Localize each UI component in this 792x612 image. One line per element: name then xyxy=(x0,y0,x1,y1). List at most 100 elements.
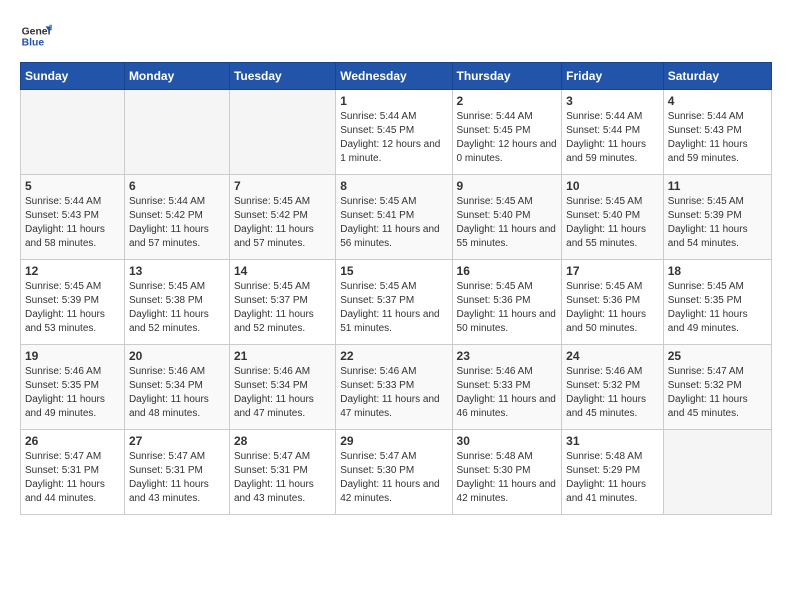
day-info: Sunrise: 5:46 AM Sunset: 5:32 PM Dayligh… xyxy=(566,365,659,421)
logo-icon: General Blue xyxy=(20,20,52,52)
calendar-cell: 12 Sunrise: 5:45 AM Sunset: 5:39 PM Dayli… xyxy=(21,260,125,345)
day-info: Sunrise: 5:46 AM Sunset: 5:34 PM Dayligh… xyxy=(129,365,225,421)
calendar-cell: 19 Sunrise: 5:46 AM Sunset: 5:35 PM Dayli… xyxy=(21,345,125,430)
calendar-cell: 4Sunrise: 5:44 AM Sunset: 5:43 PM Daylig… xyxy=(663,90,771,175)
day-number: 16 xyxy=(457,264,558,278)
day-number: 24 xyxy=(566,349,659,363)
calendar-cell: 13Sunrise: 5:45 AM Sunset: 5:38 PM Dayli… xyxy=(124,260,229,345)
week-row-1: 1 Sunrise: 5:44 AM Sunset: 5:45 PM Daylig… xyxy=(21,90,772,175)
day-info: Sunrise: 5:45 AM Sunset: 5:40 PM Dayligh… xyxy=(457,195,558,251)
calendar-cell: 29Sunrise: 5:47 AM Sunset: 5:30 PM Dayli… xyxy=(336,430,452,515)
day-info: Sunrise: 5:48 AM Sunset: 5:29 PM Dayligh… xyxy=(566,450,659,506)
calendar-cell: 7 Sunrise: 5:45 AM Sunset: 5:42 PM Daylig… xyxy=(229,175,335,260)
day-number: 6 xyxy=(129,179,225,193)
day-info: Sunrise: 5:47 AM Sunset: 5:30 PM Dayligh… xyxy=(340,450,447,506)
calendar-cell: 27 Sunrise: 5:47 AM Sunset: 5:31 PM Dayli… xyxy=(124,430,229,515)
day-info: Sunrise: 5:45 AM Sunset: 5:37 PM Dayligh… xyxy=(234,280,331,336)
calendar-cell: 5 Sunrise: 5:44 AM Sunset: 5:43 PM Daylig… xyxy=(21,175,125,260)
day-number: 26 xyxy=(25,434,120,448)
calendar-cell: 15Sunrise: 5:45 AM Sunset: 5:37 PM Dayli… xyxy=(336,260,452,345)
day-number: 3 xyxy=(566,94,659,108)
header-friday: Friday xyxy=(562,63,664,90)
day-info: Sunrise: 5:44 AM Sunset: 5:44 PM Dayligh… xyxy=(566,110,659,166)
day-info: Sunrise: 5:45 AM Sunset: 5:41 PM Dayligh… xyxy=(340,195,447,251)
day-number: 25 xyxy=(668,349,767,363)
calendar-table: SundayMondayTuesdayWednesdayThursdayFrid… xyxy=(20,62,772,515)
day-info: Sunrise: 5:47 AM Sunset: 5:31 PM Dayligh… xyxy=(129,450,225,506)
calendar-cell: 3 Sunrise: 5:44 AM Sunset: 5:44 PM Daylig… xyxy=(562,90,664,175)
day-info: Sunrise: 5:46 AM Sunset: 5:34 PM Dayligh… xyxy=(234,365,331,421)
day-info: Sunrise: 5:44 AM Sunset: 5:43 PM Dayligh… xyxy=(25,195,120,251)
day-info: Sunrise: 5:45 AM Sunset: 5:38 PM Dayligh… xyxy=(129,280,225,336)
header-saturday: Saturday xyxy=(663,63,771,90)
day-info: Sunrise: 5:45 AM Sunset: 5:35 PM Dayligh… xyxy=(668,280,767,336)
day-number: 21 xyxy=(234,349,331,363)
day-info: Sunrise: 5:45 AM Sunset: 5:39 PM Dayligh… xyxy=(25,280,120,336)
calendar-cell xyxy=(229,90,335,175)
day-number: 7 xyxy=(234,179,331,193)
day-info: Sunrise: 5:45 AM Sunset: 5:36 PM Dayligh… xyxy=(457,280,558,336)
day-number: 30 xyxy=(457,434,558,448)
page-header: General Blue xyxy=(20,20,772,52)
calendar-cell xyxy=(21,90,125,175)
day-number: 10 xyxy=(566,179,659,193)
day-info: Sunrise: 5:45 AM Sunset: 5:42 PM Dayligh… xyxy=(234,195,331,251)
day-number: 23 xyxy=(457,349,558,363)
day-number: 14 xyxy=(234,264,331,278)
week-row-3: 12 Sunrise: 5:45 AM Sunset: 5:39 PM Dayli… xyxy=(21,260,772,345)
day-number: 20 xyxy=(129,349,225,363)
calendar-cell: 31 Sunrise: 5:48 AM Sunset: 5:29 PM Dayli… xyxy=(562,430,664,515)
day-number: 15 xyxy=(340,264,447,278)
calendar-cell: 8 Sunrise: 5:45 AM Sunset: 5:41 PM Daylig… xyxy=(336,175,452,260)
header-tuesday: Tuesday xyxy=(229,63,335,90)
day-number: 17 xyxy=(566,264,659,278)
header-wednesday: Wednesday xyxy=(336,63,452,90)
day-number: 31 xyxy=(566,434,659,448)
day-number: 28 xyxy=(234,434,331,448)
calendar-cell: 22Sunrise: 5:46 AM Sunset: 5:33 PM Dayli… xyxy=(336,345,452,430)
day-info: Sunrise: 5:46 AM Sunset: 5:33 PM Dayligh… xyxy=(340,365,447,421)
header-monday: Monday xyxy=(124,63,229,90)
day-info: Sunrise: 5:46 AM Sunset: 5:33 PM Dayligh… xyxy=(457,365,558,421)
day-info: Sunrise: 5:44 AM Sunset: 5:45 PM Dayligh… xyxy=(340,110,447,166)
day-number: 12 xyxy=(25,264,120,278)
calendar-cell: 11Sunrise: 5:45 AM Sunset: 5:39 PM Dayli… xyxy=(663,175,771,260)
day-info: Sunrise: 5:44 AM Sunset: 5:42 PM Dayligh… xyxy=(129,195,225,251)
logo: General Blue xyxy=(20,20,52,52)
calendar-cell: 1 Sunrise: 5:44 AM Sunset: 5:45 PM Daylig… xyxy=(336,90,452,175)
week-row-4: 19 Sunrise: 5:46 AM Sunset: 5:35 PM Dayli… xyxy=(21,345,772,430)
calendar-cell: 17 Sunrise: 5:45 AM Sunset: 5:36 PM Dayli… xyxy=(562,260,664,345)
week-row-5: 26 Sunrise: 5:47 AM Sunset: 5:31 PM Dayli… xyxy=(21,430,772,515)
calendar-cell: 21 Sunrise: 5:46 AM Sunset: 5:34 PM Dayli… xyxy=(229,345,335,430)
calendar-cell: 20 Sunrise: 5:46 AM Sunset: 5:34 PM Dayli… xyxy=(124,345,229,430)
day-number: 2 xyxy=(457,94,558,108)
day-number: 5 xyxy=(25,179,120,193)
day-number: 9 xyxy=(457,179,558,193)
day-number: 27 xyxy=(129,434,225,448)
day-info: Sunrise: 5:45 AM Sunset: 5:40 PM Dayligh… xyxy=(566,195,659,251)
header-sunday: Sunday xyxy=(21,63,125,90)
calendar-header: SundayMondayTuesdayWednesdayThursdayFrid… xyxy=(21,63,772,90)
calendar-cell: 14 Sunrise: 5:45 AM Sunset: 5:37 PM Dayli… xyxy=(229,260,335,345)
calendar-cell: 23 Sunrise: 5:46 AM Sunset: 5:33 PM Dayli… xyxy=(452,345,562,430)
calendar-cell: 30 Sunrise: 5:48 AM Sunset: 5:30 PM Dayli… xyxy=(452,430,562,515)
calendar-cell: 18Sunrise: 5:45 AM Sunset: 5:35 PM Dayli… xyxy=(663,260,771,345)
day-number: 8 xyxy=(340,179,447,193)
calendar-cell: 28Sunrise: 5:47 AM Sunset: 5:31 PM Dayli… xyxy=(229,430,335,515)
calendar-cell: 10 Sunrise: 5:45 AM Sunset: 5:40 PM Dayli… xyxy=(562,175,664,260)
day-info: Sunrise: 5:44 AM Sunset: 5:43 PM Dayligh… xyxy=(668,110,767,166)
day-info: Sunrise: 5:46 AM Sunset: 5:35 PM Dayligh… xyxy=(25,365,120,421)
calendar-cell: 24 Sunrise: 5:46 AM Sunset: 5:32 PM Dayli… xyxy=(562,345,664,430)
day-info: Sunrise: 5:48 AM Sunset: 5:30 PM Dayligh… xyxy=(457,450,558,506)
day-info: Sunrise: 5:45 AM Sunset: 5:36 PM Dayligh… xyxy=(566,280,659,336)
week-row-2: 5 Sunrise: 5:44 AM Sunset: 5:43 PM Daylig… xyxy=(21,175,772,260)
day-info: Sunrise: 5:47 AM Sunset: 5:31 PM Dayligh… xyxy=(25,450,120,506)
calendar-cell xyxy=(124,90,229,175)
day-info: Sunrise: 5:45 AM Sunset: 5:39 PM Dayligh… xyxy=(668,195,767,251)
day-number: 19 xyxy=(25,349,120,363)
day-number: 1 xyxy=(340,94,447,108)
calendar-cell: 16 Sunrise: 5:45 AM Sunset: 5:36 PM Dayli… xyxy=(452,260,562,345)
calendar-cell: 6 Sunrise: 5:44 AM Sunset: 5:42 PM Daylig… xyxy=(124,175,229,260)
svg-text:Blue: Blue xyxy=(22,38,45,49)
calendar-cell: 25Sunrise: 5:47 AM Sunset: 5:32 PM Dayli… xyxy=(663,345,771,430)
